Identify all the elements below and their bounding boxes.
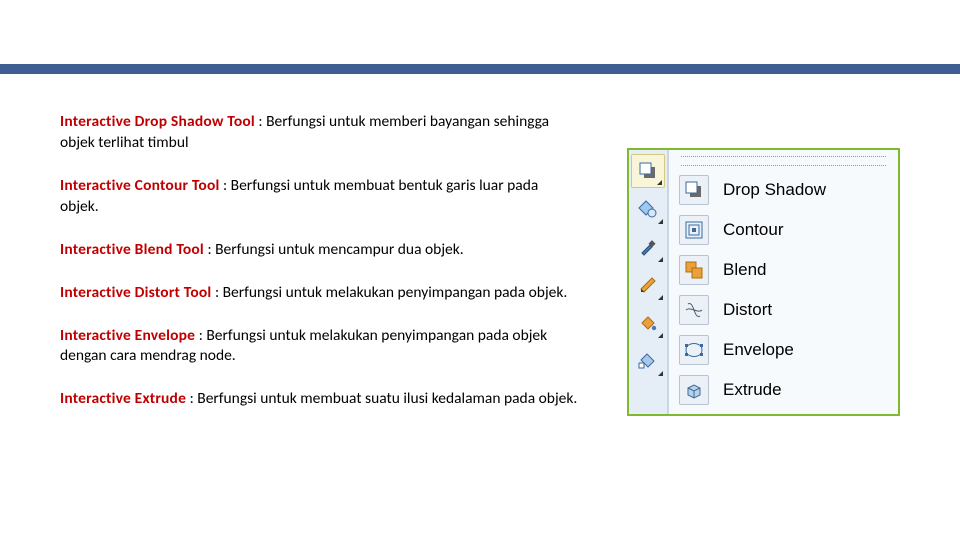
toolbar-outline-button[interactable] xyxy=(631,268,665,302)
flyout-item-contour[interactable]: Contour xyxy=(669,210,898,250)
header-rule xyxy=(0,64,960,74)
tool-title: Interactive Envelope xyxy=(60,326,195,345)
flyout-label: Distort xyxy=(723,300,772,320)
tool-title: Interactive Distort Tool xyxy=(60,283,211,302)
tool-title: Interactive Extrude xyxy=(60,389,186,408)
tool-title: Interactive Contour Tool xyxy=(60,176,219,195)
tool-desc-envelope: Interactive Envelope : Berfungsi untuk m… xyxy=(60,326,580,368)
tool-title: Interactive Blend Tool xyxy=(60,240,204,259)
tool-desc-drop-shadow: Interactive Drop Shadow Tool : Berfungsi… xyxy=(60,112,580,154)
flyout-indicator-icon xyxy=(658,219,663,224)
drop-shadow-icon xyxy=(679,175,709,205)
flyout-item-envelope[interactable]: Envelope xyxy=(669,330,898,370)
toolbar-transparency-button[interactable] xyxy=(631,192,665,226)
flyout-item-distort[interactable]: Distort xyxy=(669,290,898,330)
coreldraw-flyout-screenshot: Drop Shadow Contour xyxy=(627,148,900,416)
tool-text: : Berfungsi untuk membuat suatu ilusi ke… xyxy=(190,389,578,408)
outline-pen-icon xyxy=(638,275,658,295)
docked-toolbar xyxy=(629,150,668,414)
contour-icon xyxy=(679,215,709,245)
flyout-indicator-icon xyxy=(658,295,663,300)
flyout-item-extrude[interactable]: Extrude xyxy=(669,370,898,410)
toolbar-fill-button[interactable] xyxy=(631,306,665,340)
tool-desc-distort: Interactive Distort Tool : Berfungsi unt… xyxy=(60,283,580,304)
drop-shadow-tool-icon xyxy=(638,161,658,181)
tool-title: Interactive Drop Shadow Tool xyxy=(60,112,255,131)
toolbar-eyedropper-button[interactable] xyxy=(631,230,665,264)
flyout-indicator-icon xyxy=(658,371,663,376)
flyout-indicator-icon xyxy=(658,333,663,338)
flyout-drag-handle[interactable] xyxy=(681,156,886,166)
flyout-label: Drop Shadow xyxy=(723,180,826,200)
interactive-fill-icon xyxy=(638,351,658,371)
flyout-panel: Drop Shadow Contour xyxy=(668,150,898,414)
flyout-label: Blend xyxy=(723,260,766,280)
blend-icon xyxy=(679,255,709,285)
flyout-indicator-icon xyxy=(657,180,662,185)
extrude-icon xyxy=(679,375,709,405)
distort-icon xyxy=(679,295,709,325)
text-column: Interactive Drop Shadow Tool : Berfungsi… xyxy=(60,112,580,432)
transparency-icon xyxy=(638,199,658,219)
flyout-indicator-icon xyxy=(658,257,663,262)
eyedropper-icon xyxy=(638,237,658,257)
envelope-icon xyxy=(679,335,709,365)
tool-text: : Berfungsi untuk mencampur dua objek. xyxy=(207,240,463,259)
tool-desc-blend: Interactive Blend Tool : Berfungsi untuk… xyxy=(60,240,580,261)
flyout-item-drop-shadow[interactable]: Drop Shadow xyxy=(669,170,898,210)
slide-content: Interactive Drop Shadow Tool : Berfungsi… xyxy=(60,112,900,432)
tool-desc-contour: Interactive Contour Tool : Berfungsi unt… xyxy=(60,176,580,218)
screenshot-column: Drop Shadow Contour xyxy=(580,112,900,432)
tool-text: : Berfungsi untuk melakukan penyimpangan… xyxy=(215,283,567,302)
tool-desc-extrude: Interactive Extrude : Berfungsi untuk me… xyxy=(60,389,580,410)
flyout-item-blend[interactable]: Blend xyxy=(669,250,898,290)
toolbar-interactive-fill-button[interactable] xyxy=(631,344,665,378)
fill-bucket-icon xyxy=(638,313,658,333)
flyout-label: Contour xyxy=(723,220,783,240)
flyout-label: Extrude xyxy=(723,380,782,400)
toolbar-blend-button[interactable] xyxy=(631,154,665,188)
flyout-label: Envelope xyxy=(723,340,794,360)
